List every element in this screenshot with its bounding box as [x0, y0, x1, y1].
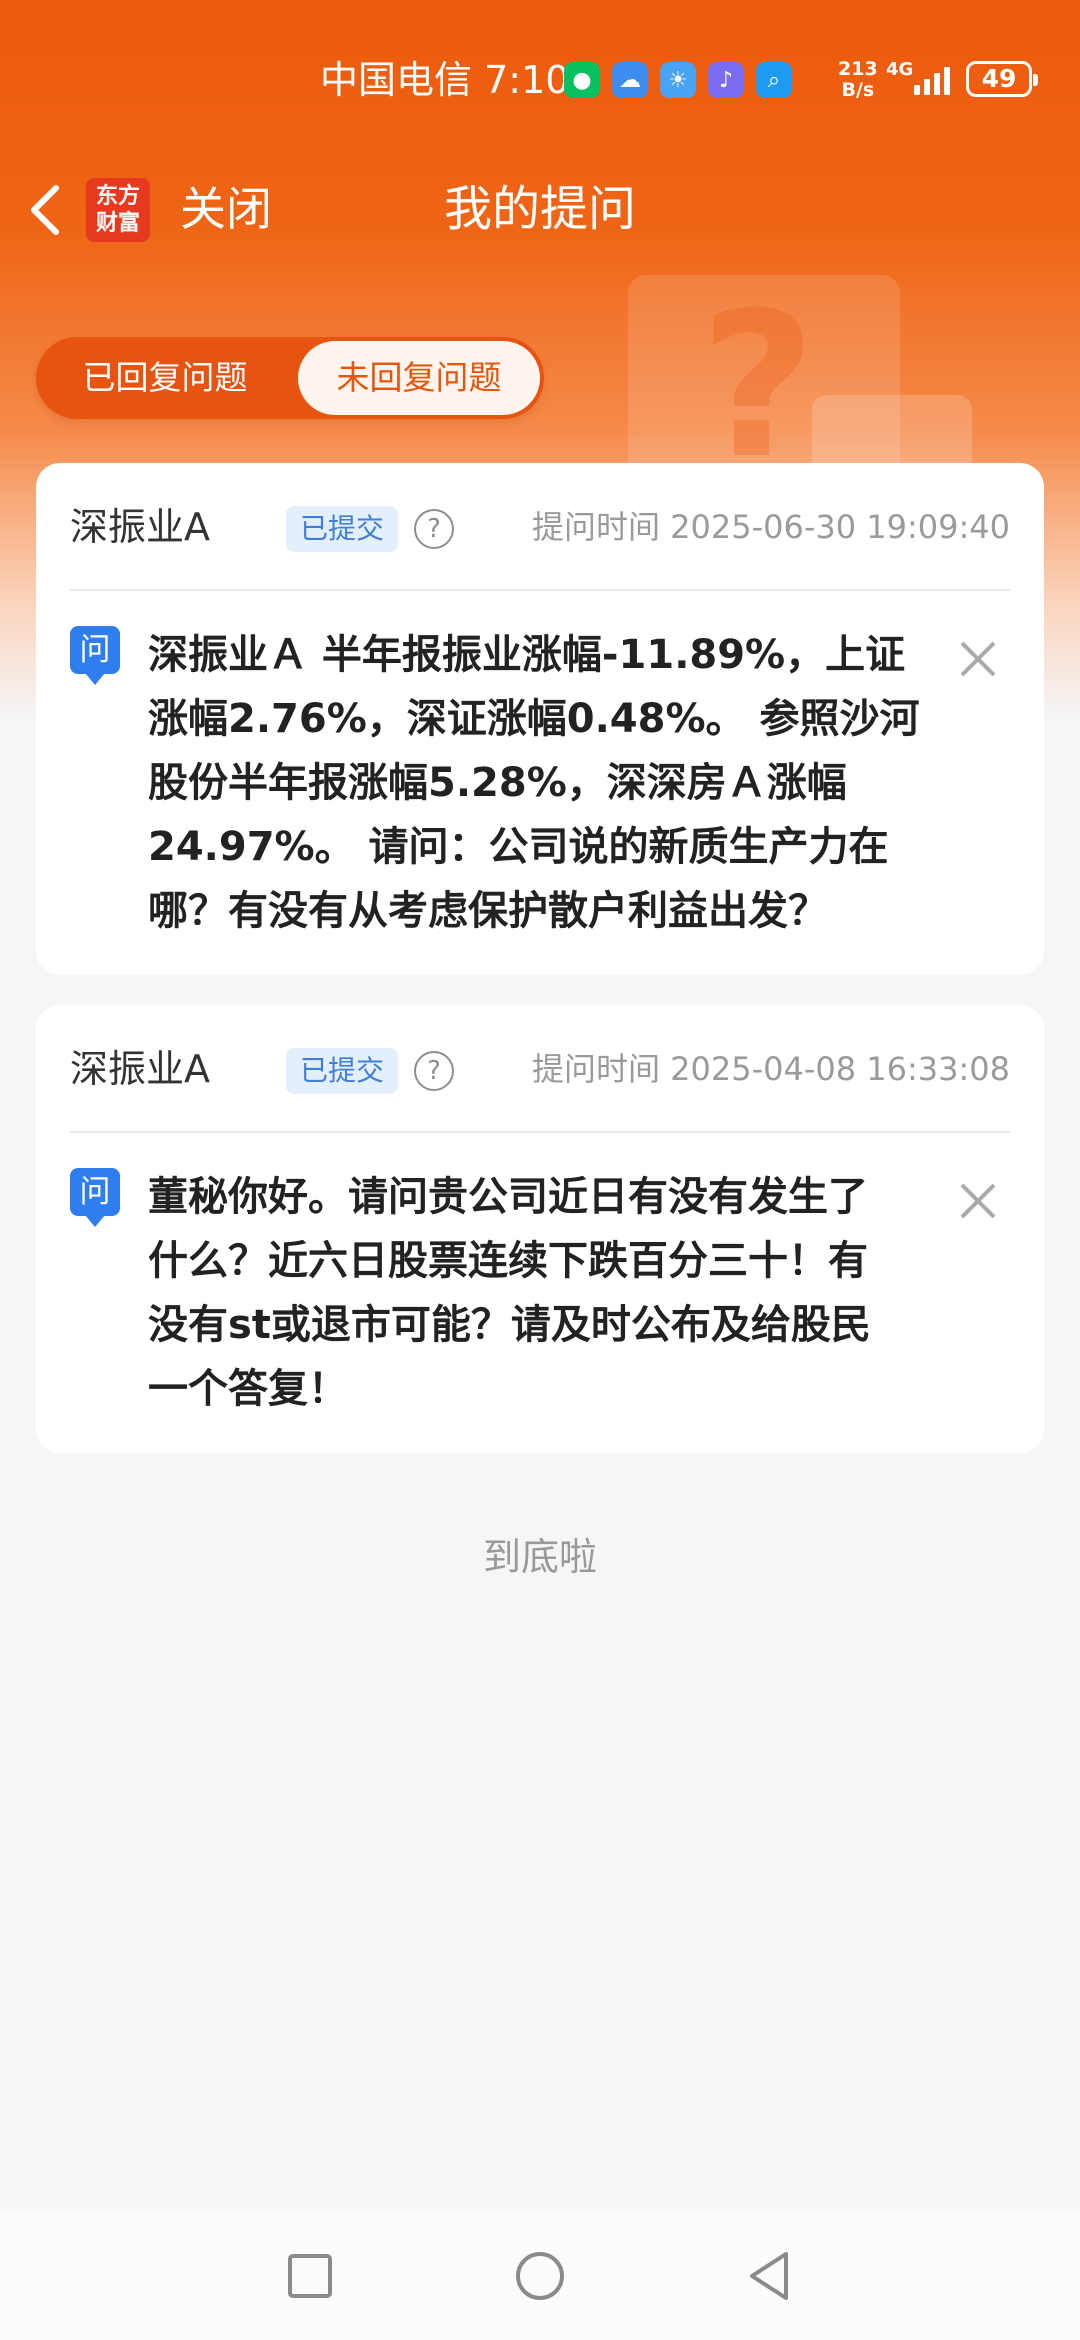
- recent-apps-icon[interactable]: [284, 2250, 336, 2302]
- home-icon[interactable]: [514, 2250, 566, 2302]
- notification-icons: ● ☁ ☀ ♪ ⌕: [564, 62, 792, 98]
- question-card: 深振业A 已提交 ? 提问时间 2025-06-30 19:09:40 问 深振…: [36, 463, 1044, 975]
- carrier-time: 中国电信 7:10: [320, 55, 569, 105]
- question-line: 股份半年报涨幅5.28%，深深房Ａ涨幅: [148, 760, 847, 806]
- question-line: 没有st或退市可能？请及时公布及给股民: [148, 1302, 871, 1348]
- ask-time: 提问时间 2025-06-30 19:09:40: [532, 503, 1010, 551]
- question-line: 深振业Ａ 半年报振业涨幅-11.89%，上证: [148, 632, 906, 678]
- status-badge: 已提交: [286, 1048, 399, 1094]
- cloud-icon: ☁: [612, 62, 648, 98]
- question-text: 深振业Ａ 半年报振业涨幅-11.89%，上证 涨幅2.76%，深证涨幅0.48%…: [148, 623, 988, 943]
- question-line: 24.97%。 请问：公司说的新质生产力在: [148, 824, 889, 870]
- wechat-icon: ●: [564, 62, 600, 98]
- delete-icon[interactable]: [958, 639, 998, 679]
- question-line: 哪？有没有从考虑保护散户利益出发？: [148, 888, 828, 934]
- battery-icon: 49: [966, 61, 1038, 97]
- ask-time-value: 2025-04-08 16:33:08: [670, 1050, 1010, 1088]
- status-bar: 中国电信 7:10 ● ☁ ☀ ♪ ⌕ 213 B/s 4G 49: [0, 55, 1080, 105]
- company-name[interactable]: 深振业A: [70, 1043, 210, 1095]
- help-icon[interactable]: ?: [414, 509, 454, 549]
- back-nav-icon[interactable]: [744, 2250, 796, 2302]
- clock: 7:10: [484, 58, 570, 102]
- tab-replied[interactable]: 已回复问题: [36, 337, 294, 419]
- page-title: 我的提问: [443, 181, 636, 237]
- system-nav-bar: [0, 2212, 1080, 2340]
- delete-icon[interactable]: [958, 1181, 998, 1221]
- ask-time-label: 提问时间: [531, 508, 660, 546]
- help-icon[interactable]: ?: [414, 1051, 454, 1091]
- speed-unit: B/s: [841, 79, 875, 101]
- speed-value: 213: [838, 58, 878, 80]
- card-header: 深振业A 已提交 ? 提问时间 2025-06-30 19:09:40: [70, 463, 1010, 591]
- question-card: 深振业A 已提交 ? 提问时间 2025-04-08 16:33:08 问 董秘…: [36, 1005, 1044, 1453]
- weather-icon: ☀: [660, 62, 696, 98]
- tab-unreplied[interactable]: 未回复问题: [298, 341, 540, 415]
- question-line: 什么？近六日股票连续下跌百分三十！有: [148, 1238, 868, 1284]
- question-line: 涨幅2.76%，深证涨幅0.48%。 参照沙河: [148, 696, 920, 742]
- top-nav: 东方 财富 关闭 我的提问: [0, 165, 1080, 255]
- ask-time-value: 2025-06-30 19:09:40: [670, 508, 1010, 546]
- search-app-icon: ⌕: [756, 62, 792, 98]
- ask-time: 提问时间 2025-04-08 16:33:08: [532, 1045, 1010, 1093]
- network-type: 4G: [886, 59, 914, 80]
- carrier-name: 中国电信: [320, 58, 473, 102]
- question-icon: 问: [70, 626, 120, 685]
- card-header: 深振业A 已提交 ? 提问时间 2025-04-08 16:33:08: [70, 1005, 1010, 1133]
- question-text: 董秘你好。请问贵公司近日有没有发生了 什么？近六日股票连续下跌百分三十！有 没有…: [148, 1165, 988, 1421]
- question-line: 一个答复！: [148, 1366, 348, 1412]
- question-line: 董秘你好。请问贵公司近日有没有发生了: [148, 1174, 868, 1220]
- status-badge: 已提交: [286, 506, 399, 552]
- signal-icon: [914, 63, 950, 95]
- end-of-list-text: 到底啦: [482, 1535, 597, 1579]
- company-name[interactable]: 深振业A: [70, 501, 210, 553]
- question-icon: 问: [70, 1168, 120, 1227]
- network-speed: 213 B/s: [838, 59, 878, 101]
- tab-bar: 已回复问题 未回复问题: [36, 337, 544, 419]
- ask-time-label: 提问时间: [531, 1050, 660, 1088]
- music-icon: ♪: [708, 62, 744, 98]
